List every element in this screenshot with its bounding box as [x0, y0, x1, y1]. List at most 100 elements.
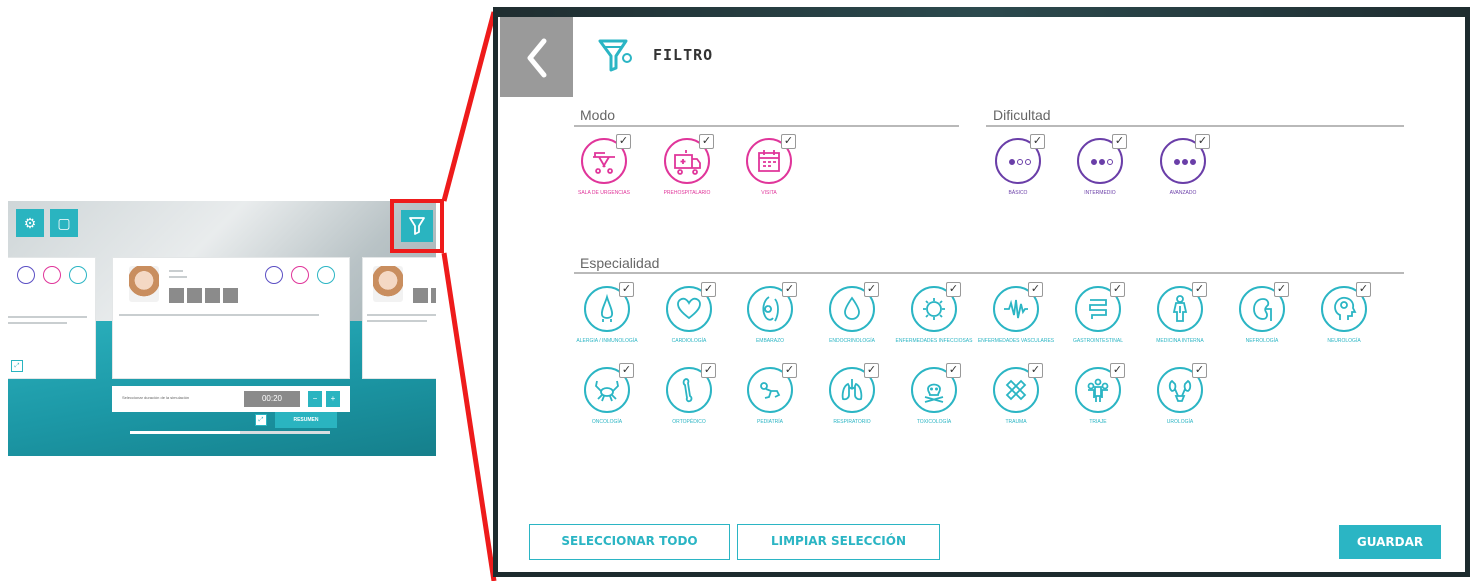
checkbox[interactable]: ✓ [864, 363, 879, 378]
case-card-right[interactable] [362, 257, 436, 379]
checkbox[interactable]: ✓ [1030, 134, 1045, 149]
description-line [367, 314, 436, 316]
mode-icon [17, 266, 35, 284]
settings-button[interactable]: ⚙ [16, 209, 44, 237]
carousel-progress [130, 431, 330, 434]
option-alergia-inmunologia[interactable]: ✓ ALERGIA / INMUNOLOGÍA [575, 282, 639, 366]
description-line [8, 322, 67, 324]
checkbox[interactable]: ✓ [699, 134, 714, 149]
checkbox[interactable]: ✓ [1028, 282, 1043, 297]
option-visita[interactable]: ✓ VISITA [737, 134, 801, 218]
option-trauma[interactable]: ✓ TRAUMA [984, 363, 1048, 447]
checkbox[interactable]: ✓ [864, 282, 879, 297]
option-avanzado[interactable]: ✓ AVANZADO [1151, 134, 1215, 218]
section-label-especialidad: Especialidad [580, 255, 660, 271]
patient-age-line [169, 276, 187, 278]
option-oncologia[interactable]: ✓ ONCOLOGÍA [575, 363, 639, 447]
option-respiratorio[interactable]: ✓ RESPIRATORIO [820, 363, 884, 447]
section-divider [986, 125, 1404, 127]
save-button[interactable]: GUARDAR [1339, 525, 1441, 559]
duration-minus-button[interactable]: − [308, 391, 322, 407]
option-enfermedades-vasculares[interactable]: ✓ ENFERMEDADES VASCULARES [978, 282, 1054, 366]
checkbox[interactable]: ✓ [1195, 134, 1210, 149]
mode-icon [291, 266, 309, 284]
option-enfermedades-infecciosas[interactable]: ✓ ENFERMEDADES INFECCIOSAS [896, 282, 972, 366]
option-embarazo[interactable]: ✓ EMBARAZO [738, 282, 802, 366]
option-pediatria[interactable]: ✓ PEDIATRÍA [738, 363, 802, 447]
section-label-dificultad: Dificultad [993, 107, 1051, 123]
chat-icon: ▢ [57, 215, 71, 231]
expand-button[interactable]: ⤢ [255, 414, 267, 426]
option-intermedio[interactable]: ✓ INTERMEDIO [1068, 134, 1132, 218]
app-thumbnail: ⚙ ▢ ⤢ ⤢ RESUMEN Seleccionar duración de … [8, 201, 436, 456]
description-line [119, 314, 319, 316]
carousel-progress-fill [130, 431, 240, 434]
duration-plus-button[interactable]: + [326, 391, 340, 407]
patient-avatar [129, 266, 159, 302]
checkbox[interactable]: ✓ [701, 282, 716, 297]
expand-icon: ⤢ [258, 417, 264, 423]
section-divider [574, 272, 1404, 274]
page-title: FILTRO [653, 46, 714, 64]
panel-top-edge [493, 7, 1470, 17]
back-button[interactable] [500, 17, 573, 97]
checkbox[interactable]: ✓ [946, 282, 961, 297]
chat-button[interactable]: ▢ [50, 209, 78, 237]
vital-sign [413, 288, 428, 303]
checkbox[interactable]: ✓ [781, 134, 796, 149]
duration-selector: Seleccionar duración de la simulación 00… [112, 386, 350, 412]
checkbox[interactable]: ✓ [1028, 363, 1043, 378]
checkbox[interactable]: ✓ [782, 282, 797, 297]
checkbox[interactable]: ✓ [782, 363, 797, 378]
clear-selection-button[interactable]: LIMPIAR SELECCIÓN [737, 524, 940, 560]
patient-avatar [373, 266, 403, 302]
option-endocrinologia[interactable]: ✓ ENDOCRINOLOGÍA [820, 282, 884, 366]
option-label: AVANZADO [1169, 190, 1197, 196]
option-ortopedico[interactable]: ✓ ORTOPÉDICO [657, 363, 721, 447]
resumen-button[interactable]: RESUMEN [275, 412, 337, 428]
vital-sign [169, 288, 184, 303]
option-nefrologia[interactable]: ✓ NEFROLOGÍA [1230, 282, 1294, 366]
chevron-left-icon [527, 38, 547, 78]
option-label: NEUROLOGÍA [1327, 338, 1361, 344]
checkbox[interactable]: ✓ [616, 134, 631, 149]
option-cardiologia[interactable]: ✓ CARDIOLOGÍA [657, 282, 721, 366]
description-line [367, 320, 427, 322]
checkbox[interactable]: ✓ [1110, 282, 1125, 297]
option-gastrointestinal[interactable]: ✓ GASTROINTESTINAL [1066, 282, 1130, 366]
option-medicina-interna[interactable]: ✓ MEDICINA INTERNA [1148, 282, 1212, 366]
vital-sign [223, 288, 238, 303]
checkbox[interactable]: ✓ [1112, 134, 1127, 149]
checkbox[interactable]: ✓ [1110, 363, 1125, 378]
checkbox[interactable]: ✓ [1274, 282, 1289, 297]
checkbox[interactable]: ✓ [1192, 282, 1207, 297]
case-card-left[interactable]: ⤢ [8, 257, 96, 379]
select-all-button[interactable]: SELECCIONAR TODO [529, 524, 730, 560]
duration-value[interactable]: 00:20 [244, 391, 300, 407]
checkbox[interactable]: ✓ [1192, 363, 1207, 378]
option-prehospitalario[interactable]: ✓ PREHOSPITALARIO [655, 134, 719, 218]
option-neurologia[interactable]: ✓ NEUROLOGÍA [1312, 282, 1376, 366]
section-label-modo: Modo [580, 107, 616, 123]
checkbox[interactable]: ✓ [701, 363, 716, 378]
mode-icon [43, 266, 61, 284]
option-urologia[interactable]: ✓ UROLOGÍA [1148, 363, 1212, 447]
expand-icon: ⤢ [14, 363, 20, 369]
duration-label: Seleccionar duración de la simulación [122, 395, 190, 400]
option-basico[interactable]: ✓ BÁSICO [986, 134, 1050, 218]
checkbox[interactable]: ✓ [619, 282, 634, 297]
case-card-center[interactable]: ⤢ RESUMEN [112, 257, 350, 428]
checkbox[interactable]: ✓ [946, 363, 961, 378]
option-toxicologia[interactable]: ✓ TOXICOLOGÍA [902, 363, 966, 447]
vital-sign [205, 288, 220, 303]
vital-sign [431, 288, 436, 303]
option-triaje[interactable]: ✓ TRIAJE [1066, 363, 1130, 447]
specialty-icon [317, 266, 335, 284]
filter-button[interactable] [401, 210, 433, 242]
checkbox[interactable]: ✓ [619, 363, 634, 378]
checkbox[interactable]: ✓ [1356, 282, 1371, 297]
section-divider [574, 125, 959, 127]
expand-button[interactable]: ⤢ [11, 360, 23, 372]
patient-name-line [169, 270, 183, 272]
option-sala-de-urgencias[interactable]: ✓ SALA DE URGENCIAS [572, 134, 636, 218]
